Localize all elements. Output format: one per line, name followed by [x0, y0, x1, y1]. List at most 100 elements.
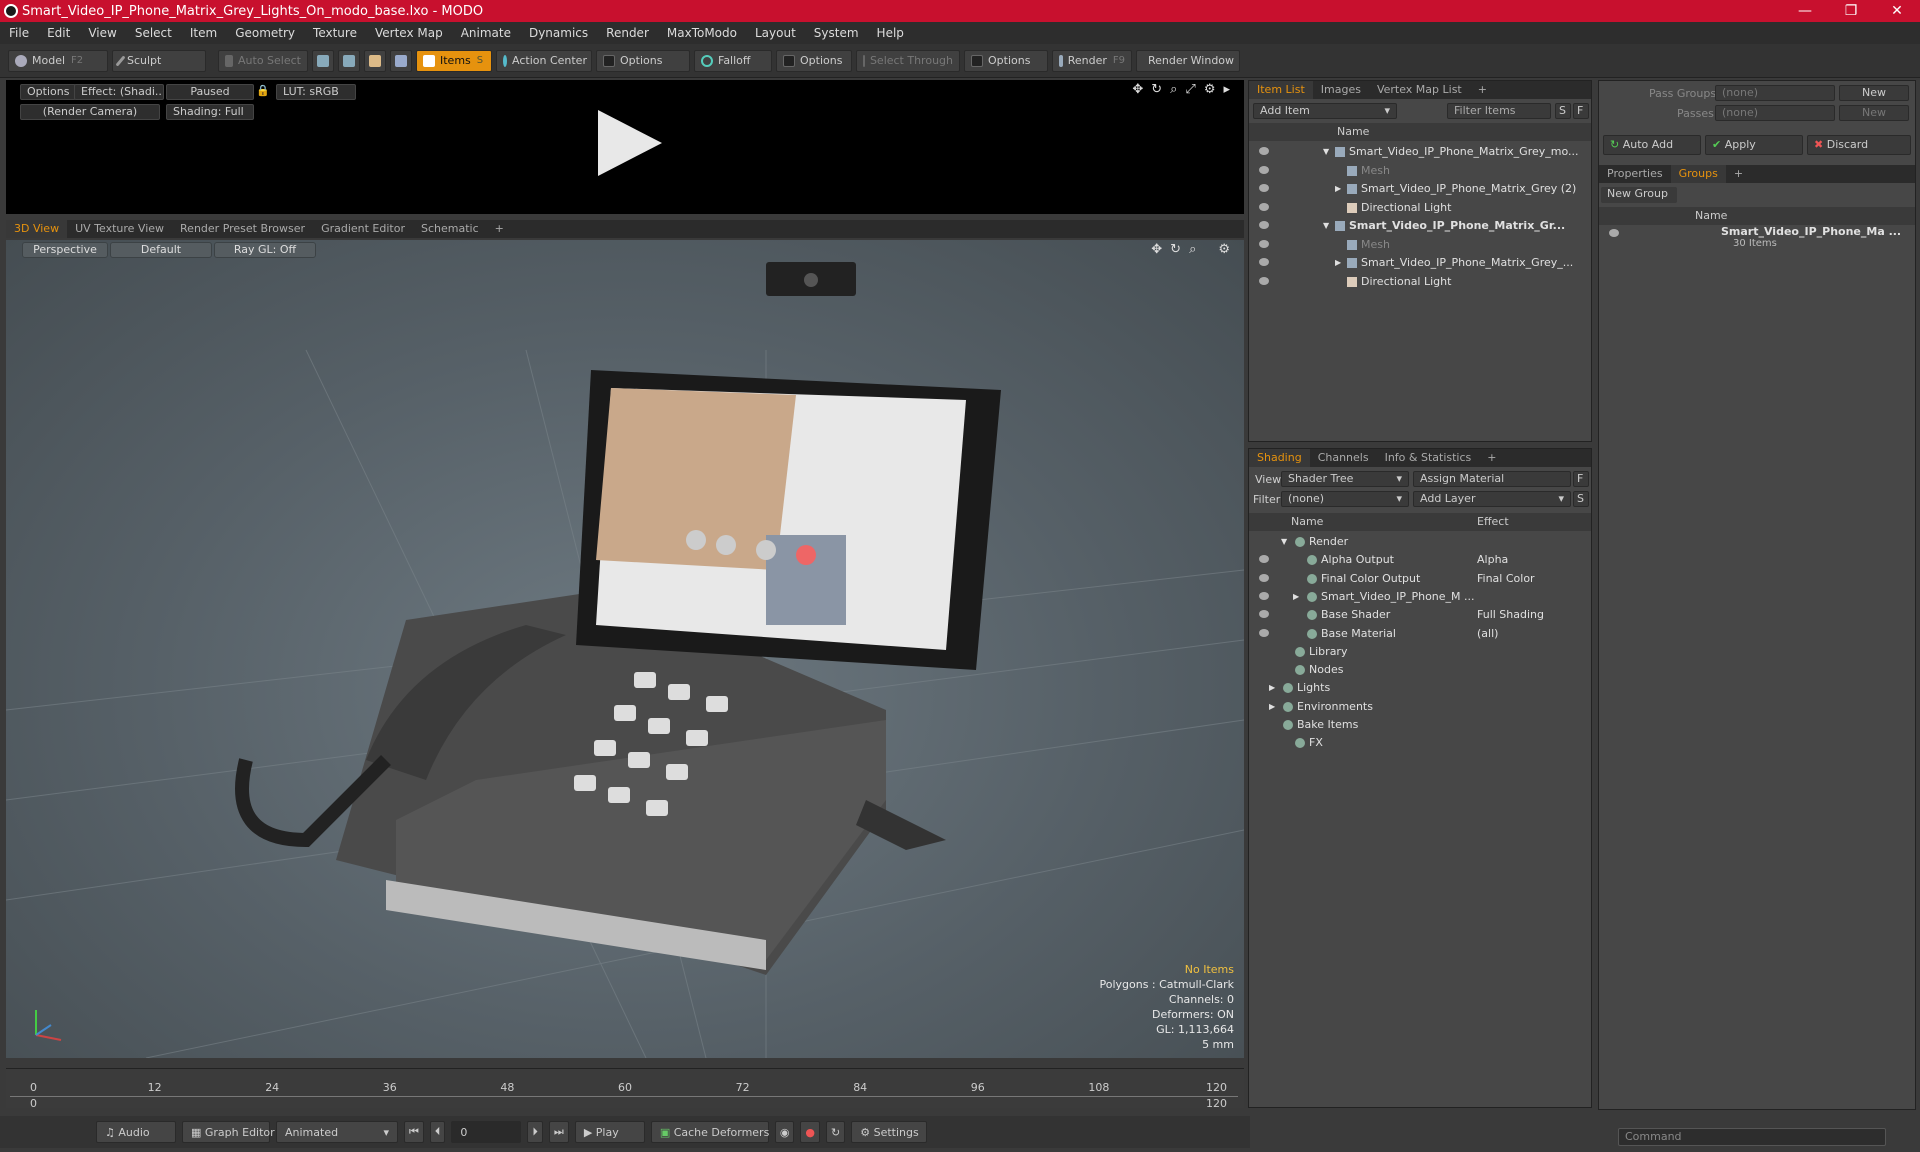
- first-frame-button[interactable]: ⏮: [404, 1121, 424, 1143]
- item-list-row[interactable]: Mesh: [1249, 162, 1591, 180]
- apply-button[interactable]: ✔ Apply: [1705, 135, 1803, 155]
- maximize-button[interactable]: ❐: [1828, 0, 1874, 22]
- effect-value[interactable]: Alpha: [1477, 551, 1508, 569]
- filter-items-input[interactable]: Filter Items: [1447, 103, 1551, 119]
- minimize-button[interactable]: —: [1782, 0, 1828, 22]
- item-list-row[interactable]: Directional Light: [1249, 273, 1591, 291]
- shader-tree-row[interactable]: ▼ Render: [1249, 533, 1591, 551]
- eye-icon[interactable]: [1259, 202, 1269, 211]
- tab-gradient-editor[interactable]: Gradient Editor: [313, 220, 413, 238]
- key-button[interactable]: ◉: [774, 1121, 795, 1143]
- menu-item[interactable]: Item: [181, 26, 226, 40]
- shader-tree-row[interactable]: ▶ Smart_Video_IP_Phone_M ...: [1249, 588, 1591, 606]
- eye-icon[interactable]: [1259, 591, 1269, 600]
- shader-tree-row[interactable]: Base Shader Full Shading: [1249, 606, 1591, 624]
- move-icon[interactable]: ✥: [1132, 82, 1143, 97]
- tab-groups[interactable]: Groups: [1670, 165, 1726, 183]
- arrow-right-icon[interactable]: ▸: [1223, 82, 1230, 97]
- material-mode-button[interactable]: [390, 49, 412, 72]
- action-center-button[interactable]: Action Center: [496, 49, 592, 72]
- new-group-button[interactable]: New Group: [1601, 187, 1677, 203]
- auto-select-button[interactable]: Auto Select: [218, 49, 308, 72]
- frame-input[interactable]: 0: [451, 1121, 522, 1143]
- menu-view[interactable]: View: [79, 26, 125, 40]
- menu-render[interactable]: Render: [597, 26, 658, 40]
- auto-add-button[interactable]: ↻ Auto Add: [1603, 135, 1701, 155]
- item-list-row[interactable]: Directional Light: [1249, 199, 1591, 217]
- expand-arrow-icon[interactable]: ▶: [1269, 698, 1275, 716]
- eye-icon[interactable]: [1259, 555, 1269, 564]
- tab-3d-view[interactable]: 3D View: [6, 220, 68, 238]
- tab--[interactable]: +: [1479, 449, 1504, 467]
- render-button[interactable]: Render F9: [1052, 49, 1132, 72]
- eye-icon[interactable]: [1259, 258, 1269, 266]
- menu-select[interactable]: Select: [126, 26, 181, 40]
- edge-mode-button[interactable]: [338, 49, 360, 72]
- play-button[interactable]: ▶ Play: [574, 1121, 645, 1143]
- animated-dropdown[interactable]: Animated ▾: [276, 1121, 398, 1143]
- passes-dropdown[interactable]: (none): [1715, 105, 1835, 121]
- lock-icon[interactable]: 🔒: [256, 84, 270, 100]
- menu-texture[interactable]: Texture: [304, 26, 366, 40]
- tab-schematic[interactable]: Schematic: [413, 220, 487, 238]
- polygon-mode-button[interactable]: [364, 49, 386, 72]
- rotate-icon[interactable]: ↻: [1151, 82, 1162, 97]
- menu-file[interactable]: File: [0, 26, 38, 40]
- shading-s-button[interactable]: S: [1573, 491, 1589, 507]
- menu-animate[interactable]: Animate: [452, 26, 520, 40]
- shader-tree-row[interactable]: ▶ Lights: [1249, 679, 1591, 697]
- menu-layout[interactable]: Layout: [746, 26, 805, 40]
- item-list-row[interactable]: ▼ Smart_Video_IP_Phone_Matrix_Gr...: [1249, 217, 1591, 235]
- expand-arrow-icon[interactable]: ▼: [1323, 217, 1329, 235]
- item-list-row[interactable]: Mesh: [1249, 236, 1591, 254]
- eye-icon[interactable]: [1259, 573, 1269, 582]
- tab-item-list[interactable]: Item List: [1249, 81, 1313, 99]
- render-camera-dropdown[interactable]: (Render Camera): [20, 104, 160, 120]
- eye-icon[interactable]: [1259, 184, 1269, 192]
- prev-frame-button[interactable]: ⏴: [429, 1121, 446, 1143]
- lut-dropdown[interactable]: LUT: sRGB: [276, 84, 356, 100]
- menu-edit[interactable]: Edit: [38, 26, 79, 40]
- model-mode-button[interactable]: Model F2: [8, 49, 108, 72]
- view-dropdown[interactable]: Shader Tree ▾: [1281, 471, 1409, 487]
- loop-button[interactable]: ↻: [826, 1121, 846, 1143]
- shader-tree-row[interactable]: Nodes: [1249, 661, 1591, 679]
- menu-help[interactable]: Help: [868, 26, 913, 40]
- timeline[interactable]: 0 120 0 12 24 36 48 60 72 84 96 108 120: [6, 1068, 1244, 1110]
- menu-vertex-map[interactable]: Vertex Map: [366, 26, 452, 40]
- expand-arrow-icon[interactable]: ▶: [1293, 588, 1299, 606]
- tab--[interactable]: +: [1726, 165, 1751, 183]
- shader-tree-row[interactable]: Bake Items: [1249, 716, 1591, 734]
- filter-dropdown[interactable]: (none) ▾: [1281, 491, 1409, 507]
- new-pass-group-button[interactable]: New: [1839, 85, 1909, 101]
- vertex-mode-button[interactable]: [312, 49, 334, 72]
- search-s-button[interactable]: S: [1555, 103, 1571, 119]
- expand-arrow-icon[interactable]: ▶: [1335, 254, 1341, 272]
- expand-arrow-icon[interactable]: ▼: [1323, 143, 1329, 161]
- shader-tree-row[interactable]: Alpha Output Alpha: [1249, 551, 1591, 569]
- item-list-row[interactable]: ▼ Smart_Video_IP_Phone_Matrix_Grey_mo...: [1249, 143, 1591, 161]
- items-mode-button[interactable]: Items S: [416, 49, 492, 72]
- discard-button[interactable]: ✖ Discard: [1807, 135, 1911, 155]
- eye-icon[interactable]: [1259, 147, 1269, 155]
- tab-images[interactable]: Images: [1313, 81, 1369, 99]
- shader-tree-row[interactable]: Final Color Output Final Color: [1249, 570, 1591, 588]
- item-list-row[interactable]: ▶ Smart_Video_IP_Phone_Matrix_Grey (2): [1249, 180, 1591, 198]
- new-pass-button[interactable]: New: [1839, 105, 1909, 121]
- 3d-viewport[interactable]: Perspective Default Ray GL: Off ✥ ↻ ⌕ ⚙: [6, 240, 1244, 1058]
- add-item-dropdown[interactable]: Add Item ▾: [1253, 103, 1397, 119]
- tab-vertex-map-list[interactable]: Vertex Map List: [1369, 81, 1470, 99]
- menu-system[interactable]: System: [805, 26, 868, 40]
- pass-groups-dropdown[interactable]: (none): [1715, 85, 1835, 101]
- tab-shading[interactable]: Shading: [1249, 449, 1310, 467]
- cache-deformers-button[interactable]: ▣ Cache Deformers: [650, 1121, 769, 1143]
- shader-tree-row[interactable]: Library: [1249, 643, 1591, 661]
- play-icon[interactable]: [598, 110, 662, 176]
- gear-icon[interactable]: ⚙: [1204, 82, 1216, 97]
- sculpt-button[interactable]: Sculpt: [112, 49, 206, 72]
- falloff-options-button[interactable]: Options: [776, 49, 852, 72]
- action-options-button[interactable]: Options: [596, 49, 690, 72]
- audio-button[interactable]: ♫ Audio: [96, 1121, 176, 1143]
- eye-icon[interactable]: [1259, 165, 1269, 174]
- next-frame-button[interactable]: ⏵: [527, 1121, 543, 1143]
